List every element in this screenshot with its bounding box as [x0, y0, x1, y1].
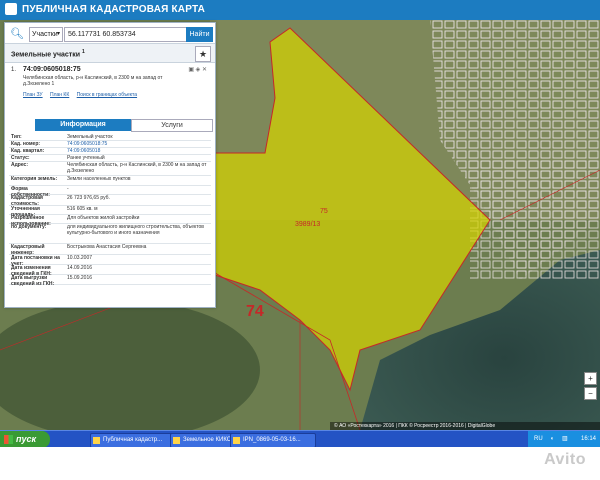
document-icon [173, 437, 180, 444]
result-index: 1. [11, 67, 17, 73]
start-button[interactable]: пуск [0, 431, 50, 448]
info-row-key: по документу: [11, 224, 47, 230]
browser-icon [93, 437, 100, 444]
taskbar-item-label: IPN_0869-05-03-16... [243, 437, 301, 443]
network-icon[interactable]: ▥ [562, 431, 568, 448]
taskbar-item[interactable]: Публичная кадастр... [90, 433, 176, 448]
volume-icon[interactable]: ◖ [550, 431, 554, 448]
section-count: 1 [81, 49, 85, 55]
info-row-value: Челябинская область, р-н Каслинский, в 2… [67, 162, 207, 174]
tab-services[interactable]: Услуги [131, 119, 213, 132]
info-row-value: 14.09.2016 [67, 265, 93, 271]
search-icon[interactable]: 🔍︎ [9, 26, 25, 42]
zoom-out-button[interactable]: − [584, 387, 597, 400]
windows-logo-icon [4, 435, 13, 444]
info-row-key: Адрес: [11, 162, 28, 168]
info-row-value: 10.03.2007 [67, 255, 93, 261]
taskbar-item-label: Публичная кадастр... [103, 437, 163, 443]
search-input[interactable]: 56.117731 60.853734 [64, 27, 187, 42]
info-row-value: 516 605 кв. м [67, 206, 98, 212]
object-type-select[interactable]: Участки ▾ [29, 27, 63, 42]
plan-kk-link[interactable]: План КК [50, 92, 69, 98]
result-address: Челябинская область, р-н Каслинский, в 2… [23, 75, 163, 87]
start-label: пуск [16, 434, 37, 444]
windows-taskbar: пуск Публичная кадастр... Земельное КИКС… [0, 430, 600, 448]
plan-zu-link[interactable]: План ЗУ [23, 92, 43, 98]
chevron-down-icon: ▾ [56, 31, 60, 37]
favorite-star-button[interactable]: ★ [195, 46, 211, 62]
app-header: ПУБЛИЧНАЯ КАДАСТРОВАЯ КАРТА [0, 0, 600, 20]
info-row: Адрес: Челябинская область, р-н Каслински… [9, 161, 211, 176]
avito-watermark: Avito [544, 451, 586, 468]
info-tabs: Информация Услуги [35, 119, 213, 132]
section-title-text: Земельные участки [11, 51, 81, 59]
zoom-in-button[interactable]: + [584, 372, 597, 385]
clock[interactable]: 16:14 [581, 431, 596, 448]
taskbar-item-label: Земельное КИКС [183, 437, 232, 443]
document-icon [233, 437, 240, 444]
info-row-value: для индивидуального жилищного строительс… [67, 224, 204, 236]
share-icon[interactable]: ◈ [196, 67, 201, 73]
taskbar-item[interactable]: IPN_0869-05-03-16... [230, 433, 316, 448]
cadastral-district-label: 74 [246, 303, 264, 320]
map-attribution: © АО «Ростехкарта» 2016 | ПКК © Росреест… [330, 422, 600, 430]
app-logo-icon [5, 3, 17, 15]
system-tray: RU ◖ ▥ 16:14 [528, 431, 600, 448]
object-type-value: Участки [32, 31, 58, 38]
info-row: Дата выгрузки сведений из ГКН: 15.09.2016 [9, 274, 211, 287]
result-actions: ▣ ◈ ✕ [188, 66, 207, 73]
tab-information[interactable]: Информация [35, 119, 131, 131]
results-section-header[interactable]: Земельные участки 1 ★ [5, 43, 215, 63]
info-row: по документу: для индивидуального жилищно… [9, 223, 211, 244]
info-row-value: Земли населенных пунктов [67, 176, 131, 182]
info-row-key: Дата выгрузки сведений из ГКН: [11, 275, 55, 287]
info-row-value: Для объектов жилой застройки [67, 215, 140, 221]
result-links: План ЗУ План КК Поиск в границах объекта [23, 92, 213, 98]
print-icon[interactable]: ▣ [188, 67, 194, 73]
section-title: Земельные участки 1 [11, 49, 85, 58]
app-title: ПУБЛИЧНАЯ КАДАСТРОВАЯ КАРТА [22, 4, 206, 15]
language-indicator[interactable]: RU [534, 431, 543, 448]
search-bar: 🔍︎ Участки ▾ 56.117731 60.853734 Найти [9, 26, 213, 42]
search-in-bounds-link[interactable]: Поиск в границах объекта [77, 92, 137, 98]
info-row-value: - [67, 186, 69, 192]
parcel-number-label: 75 [320, 208, 328, 215]
info-row-key: Категория земель: [11, 176, 58, 182]
info-row-value: 15.09.2016 [67, 275, 93, 281]
info-row-value: 26 723 976,65 руб. [67, 195, 110, 201]
search-results-panel: 🔍︎ Участки ▾ 56.117731 60.853734 Найти З… [4, 22, 216, 308]
info-row-value: Бострыкова Анастасия Сергеевна [67, 244, 147, 250]
watermark-area [0, 447, 600, 480]
parcel-id-label: 3989/13 [295, 221, 320, 228]
result-cadastral-number: 74:09:0605018:75 [23, 66, 81, 73]
find-button[interactable]: Найти [186, 27, 213, 42]
close-icon[interactable]: ✕ [202, 67, 207, 73]
